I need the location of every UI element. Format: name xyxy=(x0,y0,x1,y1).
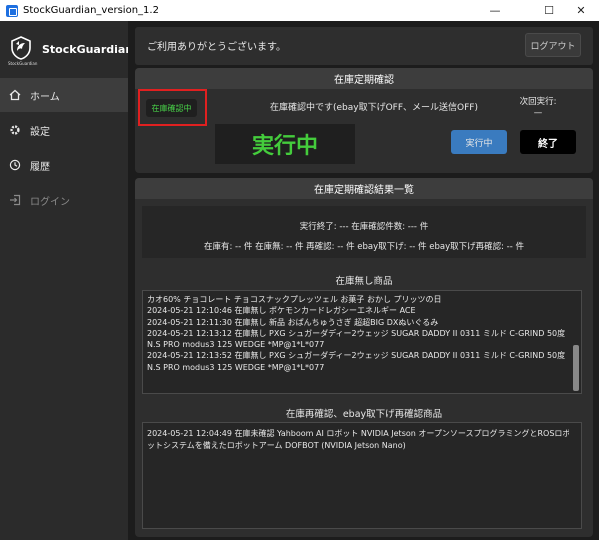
sidebar-item-history[interactable]: 履歴 xyxy=(0,148,128,182)
sidebar-item-label: 履歴 xyxy=(30,161,50,173)
login-icon xyxy=(9,194,21,206)
close-button[interactable]: ✕ xyxy=(566,0,596,21)
maximize-button[interactable]: ☐ xyxy=(534,0,564,21)
log-line: 2024-05-21 12:10:46 在庫無し ポケモンカードレガシーエネルギ… xyxy=(147,306,416,316)
brand-name: StockGuardian xyxy=(42,42,134,56)
next-run: 次回実行: — xyxy=(515,97,561,119)
sidebar-item-label: ログイン xyxy=(30,196,70,208)
welcome-message: ご利用ありがとうございます。 xyxy=(147,42,286,53)
next-run-label: 次回実行: xyxy=(519,97,557,107)
gear-icon xyxy=(9,124,21,136)
sidebar-item-label: 設定 xyxy=(30,126,50,138)
stock-check-header: 在庫定期確認 xyxy=(135,68,593,89)
window-titlebar: StockGuardian_version_1.2 — ☐ ✕ xyxy=(0,0,599,21)
recheck-title: 在庫再確認、ebay取下げ再確認商品 xyxy=(285,409,443,420)
window-title: StockGuardian_version_1.2 xyxy=(23,5,159,16)
stock-check-panel: 在庫定期確認 在庫確認中 在庫確認中です(ebay取下げOFF、メール送信OFF… xyxy=(135,68,593,173)
home-icon xyxy=(9,89,21,101)
sidebar-item-login[interactable]: ログイン xyxy=(0,183,128,217)
out-of-stock-lines: カオ60% チョコレート チョコスナックプレッツェル お菓子 おかし プリッツの… xyxy=(147,294,569,373)
summary-line-2: 在庫有: -- 件 在庫無: -- 件 再確認: -- 件 ebay取下げ: -… xyxy=(203,242,525,252)
log-line: 2024-05-21 12:13:52 在庫無し PXG シュガーダディー2ウェ… xyxy=(147,351,566,361)
main-content: ご利用ありがとうございます。 ログアウト 在庫定期確認 在庫確認中 在庫確認中で… xyxy=(128,21,599,540)
log-line: 2024-05-21 12:13:12 在庫無し PXG シュガーダディー2ウェ… xyxy=(147,328,566,338)
out-of-stock-log[interactable]: カオ60% チョコレート チョコスナックプレッツェル お菓子 おかし プリッツの… xyxy=(142,290,582,394)
log-line: 2024-05-21 12:04:49 在庫未確認 Yahboom AI ロボッ… xyxy=(147,429,569,438)
logo-caption: StockGuardian xyxy=(8,61,38,66)
results-panel: 在庫定期確認結果一覧 実行終了: --- 在庫確認件数: --- 件 在庫有: … xyxy=(135,178,593,537)
results-header: 在庫定期確認結果一覧 xyxy=(135,178,593,199)
log-line: 2024-05-21 12:11:30 在庫無し 新品 おぱんちゅうさぎ 超超B… xyxy=(147,317,439,327)
log-line: N.S PRO modus3 125 WEDGE *MP@1*L*077 xyxy=(147,362,325,372)
scrollbar-thumb[interactable] xyxy=(573,345,579,391)
end-button[interactable]: 終了 xyxy=(520,130,576,154)
sidebar-item-label: ホーム xyxy=(30,91,60,103)
logout-button[interactable]: ログアウト xyxy=(525,33,581,57)
summary-line-1: 実行終了: --- 在庫確認件数: --- 件 xyxy=(299,222,429,232)
recheck-log[interactable]: 2024-05-21 12:04:49 在庫未確認 Yahboom AI ロボッ… xyxy=(142,422,582,529)
log-line: カオ60% チョコレート チョコスナックプレッツェル お菓子 おかし プリッツの… xyxy=(147,295,442,304)
run-button[interactable]: 実行中 xyxy=(451,130,507,154)
shield-logo-icon: StockGuardian xyxy=(8,35,38,66)
top-bar: ご利用ありがとうございます。 ログアウト xyxy=(135,27,593,65)
sidebar: StockGuardian StockGuardian ホーム 設定 履歴 ログ… xyxy=(0,21,133,540)
log-scrollbar[interactable] xyxy=(573,293,579,391)
app-icon xyxy=(6,4,18,17)
history-icon xyxy=(9,159,21,171)
results-summary: 実行終了: --- 在庫確認件数: --- 件 在庫有: -- 件 在庫無: -… xyxy=(142,206,586,258)
next-run-value: — xyxy=(533,108,543,118)
log-line: N.S PRO modus3 125 WEDGE *MP@1*L*077 xyxy=(147,340,325,350)
log-line: ットシステムを備えたロボットアーム DOFBOT (NVIDIA Jetson … xyxy=(147,441,406,450)
sidebar-item-home[interactable]: ホーム xyxy=(0,78,128,112)
recheck-lines: 2024-05-21 12:04:49 在庫未確認 Yahboom AI ロボッ… xyxy=(147,428,569,452)
out-of-stock-title: 在庫無し商品 xyxy=(335,276,393,287)
brand: StockGuardian StockGuardian xyxy=(8,35,134,66)
sidebar-item-settings[interactable]: 設定 xyxy=(0,113,128,147)
minimize-button[interactable]: — xyxy=(480,0,510,21)
running-indicator: 実行中 xyxy=(215,124,355,164)
